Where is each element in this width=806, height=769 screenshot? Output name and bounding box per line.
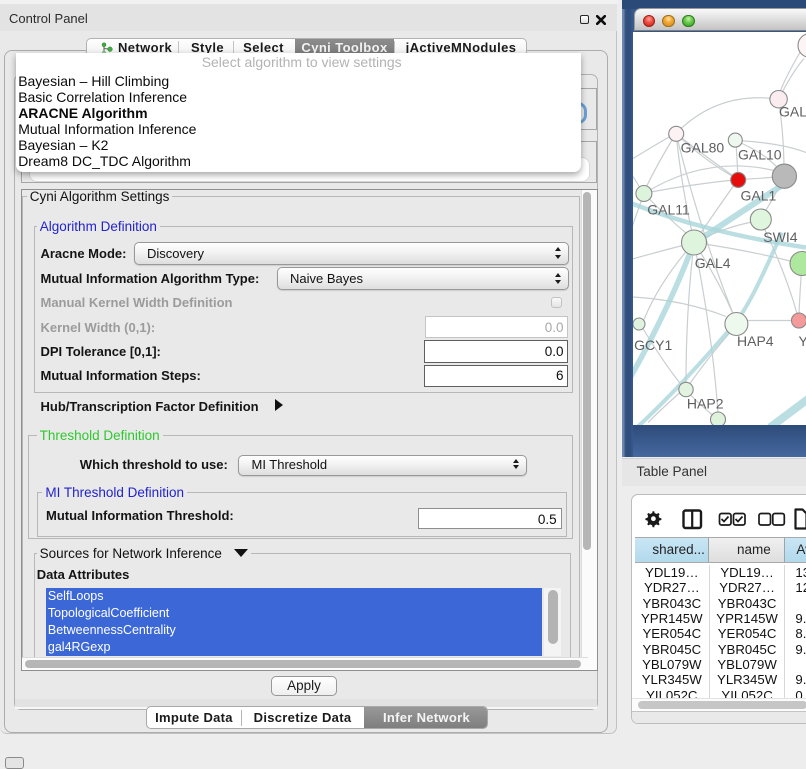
- svg-text:GAL10: GAL10: [738, 146, 782, 162]
- svg-text:SWI4: SWI4: [763, 229, 797, 245]
- svg-text:HAP4: HAP4: [737, 333, 774, 349]
- svg-text:GAL8: GAL8: [779, 103, 806, 119]
- svg-text:GAL1: GAL1: [740, 187, 776, 203]
- svg-text:GAL4: GAL4: [695, 255, 731, 271]
- svg-text:GCY1: GCY1: [634, 337, 672, 353]
- svg-text:HAP2: HAP2: [687, 395, 724, 411]
- svg-text:Y: Y: [799, 333, 806, 349]
- svg-text:GAL11: GAL11: [647, 201, 690, 217]
- svg-text:GAL80: GAL80: [681, 139, 725, 155]
